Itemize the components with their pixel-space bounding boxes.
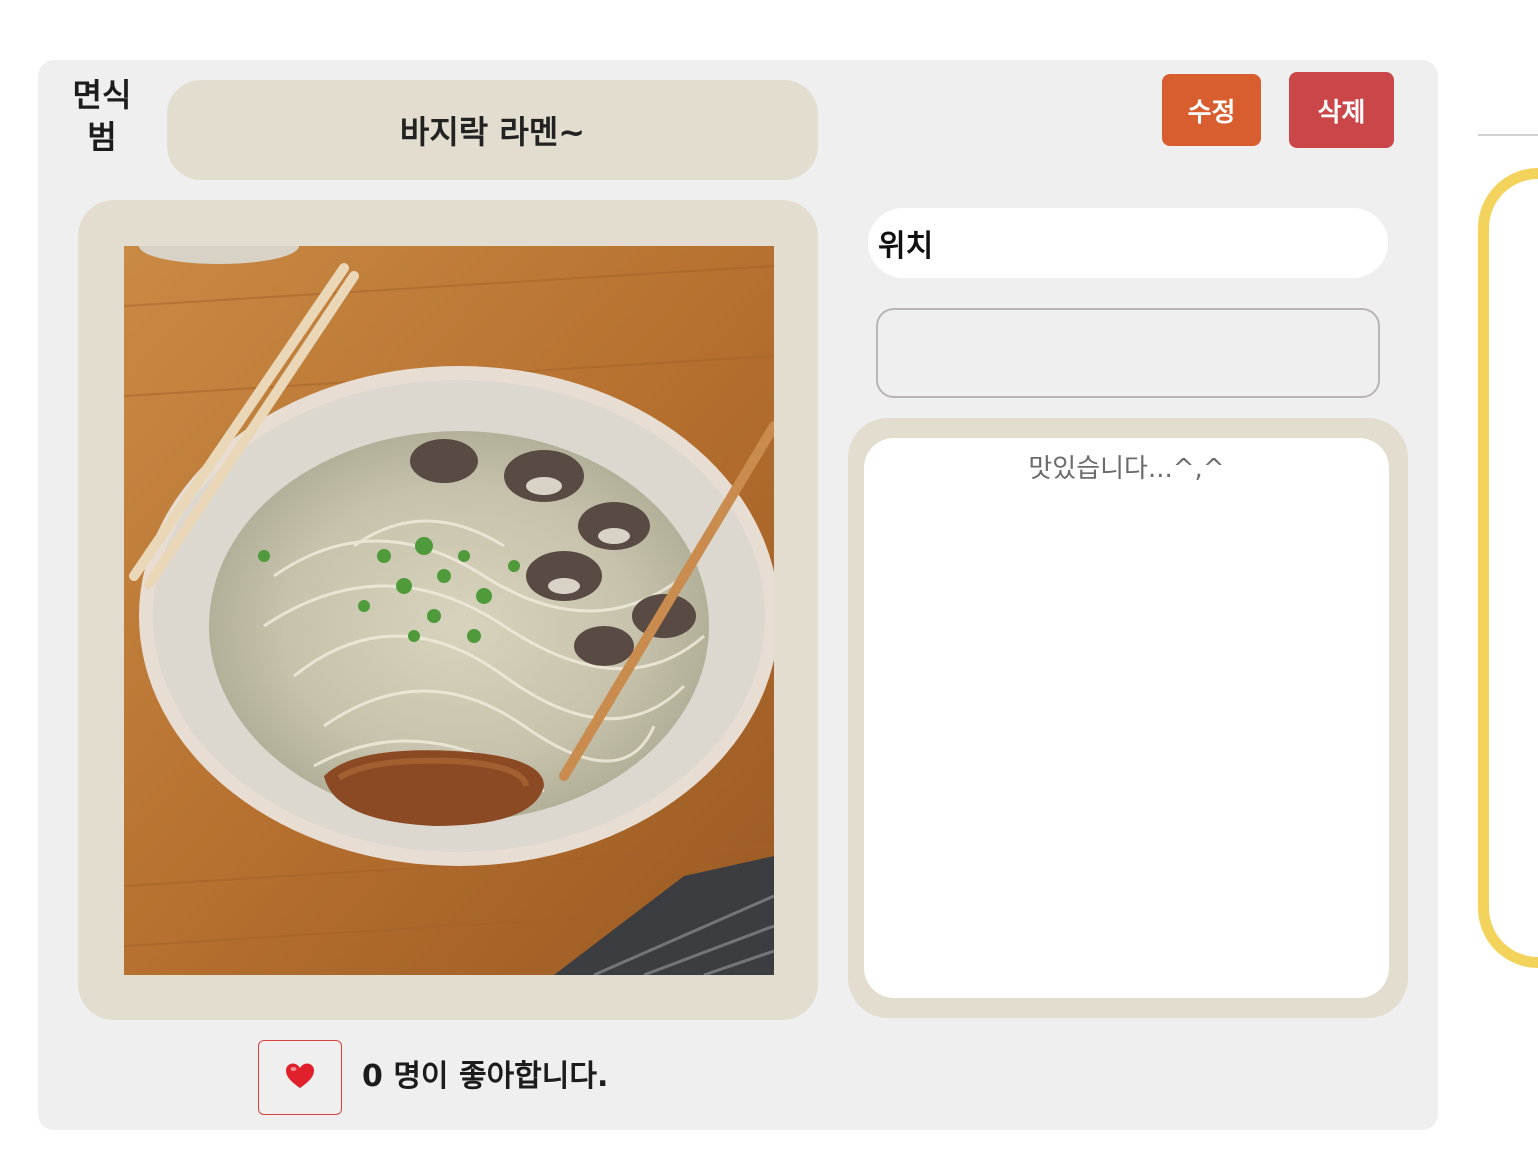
edit-button[interactable]: 수정 — [1162, 74, 1261, 146]
edit-button-label: 수정 — [1187, 97, 1236, 128]
divider — [1478, 134, 1538, 136]
post-title-text: 바지락 라멘~ — [399, 113, 586, 151]
photo-frame — [78, 200, 818, 1020]
heart-icon — [285, 1062, 315, 1093]
post-content-text: 맛있습니다...^,^ — [1028, 454, 1225, 484]
post-content: 맛있습니다...^,^ — [864, 438, 1389, 998]
author-text: 면식범 — [72, 76, 132, 156]
content-frame: 맛있습니다...^,^ — [848, 418, 1408, 1018]
delete-button-label: 삭제 — [1317, 97, 1366, 128]
post-photo — [124, 246, 774, 975]
like-button[interactable] — [258, 1040, 342, 1115]
location-field[interactable] — [876, 308, 1380, 398]
like-count-text: 0 명이 좋아합니다. — [362, 1055, 608, 1099]
post-card: 면식범 바지락 라멘~ 수정 삭제 위치 맛있습니다...^,^ 0 명이 좋아… — [38, 60, 1438, 1130]
ramen-image — [124, 246, 774, 975]
post-title: 바지락 라멘~ — [167, 80, 818, 180]
location-label: 위치 — [868, 208, 1388, 278]
location-label-text: 위치 — [878, 229, 934, 264]
delete-button[interactable]: 삭제 — [1289, 72, 1394, 148]
heart-icon-svg — [286, 1063, 314, 1088]
author-name: 면식범 — [62, 74, 142, 158]
side-panel — [1478, 168, 1538, 968]
like-count-label: 0 명이 좋아합니다. — [362, 1059, 609, 1094]
